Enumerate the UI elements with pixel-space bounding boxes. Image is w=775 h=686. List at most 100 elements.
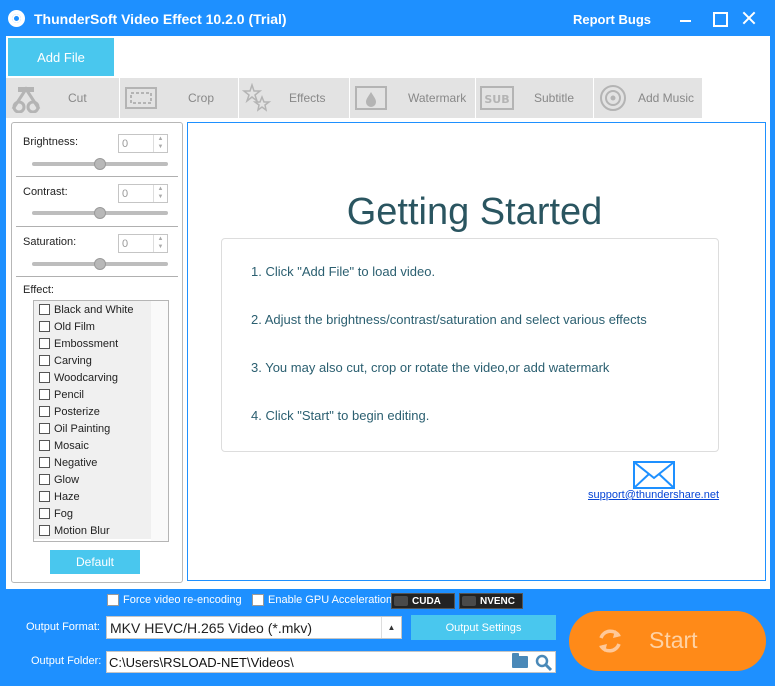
chevron-up-icon[interactable]: ▲: [381, 617, 401, 638]
search-icon[interactable]: [535, 654, 553, 672]
effect-item[interactable]: Woodcarving: [34, 369, 151, 386]
chevron-down-icon[interactable]: ▼: [154, 193, 167, 201]
checkbox-box[interactable]: [39, 457, 50, 468]
checkbox-box[interactable]: [252, 594, 264, 606]
effect-item[interactable]: Posterize: [34, 403, 151, 420]
getting-started-title: Getting Started: [346, 191, 603, 233]
brightness-label: Brightness:: [23, 136, 79, 148]
effect-item-label: Glow: [54, 473, 80, 486]
chevron-down-icon[interactable]: ▼: [154, 243, 167, 251]
checkbox-box[interactable]: [39, 491, 50, 502]
checkbox-box[interactable]: [39, 304, 50, 315]
saturation-stepper[interactable]: ▲▼: [118, 234, 168, 253]
tool-cut[interactable]: Cut: [6, 78, 120, 118]
checkbox-box[interactable]: [39, 423, 50, 434]
mail-icon[interactable]: [633, 461, 675, 489]
effect-item[interactable]: Haze: [34, 488, 151, 505]
checkbox-box[interactable]: [39, 338, 50, 349]
effect-item[interactable]: Negative: [34, 454, 151, 471]
slider-thumb[interactable]: [94, 158, 106, 170]
checkbox-box[interactable]: [39, 406, 50, 417]
effect-item-label: Motion Blur: [54, 524, 110, 537]
checkbox-box[interactable]: [39, 525, 50, 536]
svg-text:SUB: SUB: [484, 93, 509, 106]
effect-item[interactable]: Embossment: [34, 335, 151, 352]
nvidia-icon: [462, 596, 476, 606]
chevron-up-icon[interactable]: ▲: [154, 185, 167, 193]
support-email-link[interactable]: support@thundershare.net: [588, 489, 719, 501]
minimize-icon[interactable]: [676, 8, 696, 28]
chevron-down-icon[interactable]: ▼: [154, 143, 167, 151]
effect-item[interactable]: Oil Painting: [34, 420, 151, 437]
step-4: 4. Click "Start" to begin editing.: [251, 408, 430, 423]
checkbox-box[interactable]: [39, 474, 50, 485]
add-file-button[interactable]: Add File: [8, 38, 114, 76]
contrast-input[interactable]: [120, 186, 154, 201]
output-format-select[interactable]: MKV HEVC/H.265 Video (*.mkv) ▲: [106, 616, 402, 639]
chevron-up-icon[interactable]: ▲: [154, 135, 167, 143]
cuda-badge: CUDA: [391, 593, 455, 609]
output-bar: Force video re-encoding Enable GPU Accel…: [0, 589, 775, 686]
checkbox-box[interactable]: [39, 508, 50, 519]
effect-item[interactable]: Old Film: [34, 318, 151, 335]
effects-list: Black and White Old Film Embossment Carving…: [34, 301, 151, 539]
effect-item[interactable]: Fog: [34, 505, 151, 522]
slider-thumb[interactable]: [94, 258, 106, 270]
output-format-value: MKV HEVC/H.265 Video (*.mkv): [110, 619, 313, 636]
tool-add-music[interactable]: Add Music: [594, 78, 702, 118]
close-icon[interactable]: [739, 8, 759, 28]
tool-watermark[interactable]: Watermark: [350, 78, 476, 118]
watermark-icon: [354, 83, 388, 113]
saturation-slider[interactable]: [32, 257, 168, 271]
nvidia-icon: [394, 596, 408, 606]
effect-item[interactable]: Black and White: [34, 301, 151, 318]
gpu-acceleration-checkbox[interactable]: Enable GPU Acceleration: [252, 594, 392, 606]
tool-add-music-label: Add Music: [638, 91, 695, 105]
output-folder-input[interactable]: [109, 654, 504, 670]
effects-scrollbar[interactable]: [151, 301, 168, 541]
brightness-stepper[interactable]: ▲▼: [118, 134, 168, 153]
brightness-slider[interactable]: [32, 157, 168, 171]
checkbox-box[interactable]: [39, 389, 50, 400]
step-3: 3. You may also cut, crop or rotate the …: [251, 360, 610, 375]
saturation-input[interactable]: [120, 236, 154, 251]
maximize-icon[interactable]: [709, 8, 729, 28]
contrast-label: Contrast:: [23, 186, 68, 198]
default-button[interactable]: Default: [50, 550, 140, 574]
tool-crop-label: Crop: [188, 91, 215, 105]
effect-item-label: Old Film: [54, 320, 95, 333]
report-bugs-link[interactable]: Report Bugs: [573, 12, 651, 27]
checkbox-box[interactable]: [107, 594, 119, 606]
effect-item-label: Pencil: [54, 388, 84, 401]
tool-effects[interactable]: Effects: [239, 78, 350, 118]
checkbox-box[interactable]: [39, 355, 50, 366]
effect-item[interactable]: Glow: [34, 471, 151, 488]
chevron-up-icon[interactable]: ▲: [154, 235, 167, 243]
saturation-label: Saturation:: [23, 236, 77, 248]
cut-icon: [9, 83, 43, 113]
output-settings-button[interactable]: Output Settings: [411, 615, 556, 640]
folder-icon[interactable]: [512, 653, 528, 668]
effect-item[interactable]: Mosaic: [34, 437, 151, 454]
checkbox-box[interactable]: [39, 440, 50, 451]
output-folder-field[interactable]: [106, 651, 556, 673]
nvenc-badge: NVENC: [459, 593, 523, 609]
slider-thumb[interactable]: [94, 207, 106, 219]
effect-item[interactable]: Carving: [34, 352, 151, 369]
checkbox-box[interactable]: [39, 372, 50, 383]
start-button[interactable]: Start: [569, 611, 766, 671]
effect-item-label: Black and White: [54, 303, 134, 316]
force-reencoding-checkbox[interactable]: Force video re-encoding: [107, 594, 242, 606]
effect-item[interactable]: Motion Blur: [34, 522, 151, 539]
brightness-input[interactable]: [120, 136, 154, 151]
crop-icon: [123, 83, 159, 113]
effects-icon: [242, 83, 272, 113]
effect-item-label: Mosaic: [54, 439, 89, 452]
effect-item[interactable]: Pencil: [34, 386, 151, 403]
nvenc-label: NVENC: [480, 595, 516, 607]
tool-crop[interactable]: Crop: [120, 78, 239, 118]
checkbox-box[interactable]: [39, 321, 50, 332]
contrast-slider[interactable]: [32, 206, 168, 220]
tool-subtitle[interactable]: SUB Subtitle: [476, 78, 594, 118]
contrast-stepper[interactable]: ▲▼: [118, 184, 168, 203]
